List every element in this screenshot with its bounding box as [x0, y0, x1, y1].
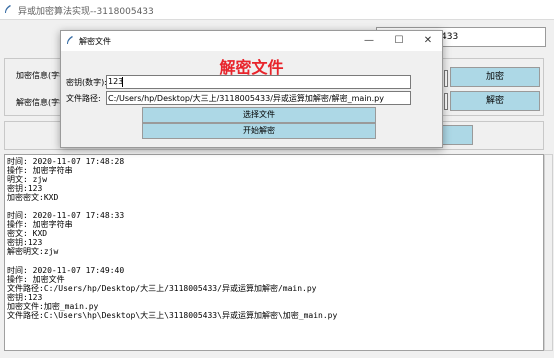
start-decrypt-button[interactable]: 开始解密 [142, 123, 376, 139]
window-title: 异或加密算法实现--3118005433 [18, 7, 154, 17]
key-label: 密钥(数字): [66, 78, 107, 87]
log-line: 时间: 2020-11-07 17:48:33 [7, 211, 125, 221]
log-line: 时间: 2020-11-07 17:49:40 [7, 265, 125, 275]
maximize-icon[interactable]: ☐ [384, 31, 414, 51]
key-input[interactable]: 123 [106, 75, 411, 89]
minimize-icon[interactable]: — [354, 31, 384, 51]
log-line: 明文: zjw [7, 175, 48, 185]
log-line: 时间: 2020-11-07 17:48:28 [7, 157, 125, 166]
close-icon[interactable]: ✕ [413, 31, 443, 51]
log-line: 加密文件:加密_main.py [7, 301, 99, 311]
log-line: 文件路径:C:/Users/hp/Desktop/大三上/3118005433/… [7, 283, 317, 293]
log-line: 加密密文:KXD [7, 193, 59, 203]
log-line: 密钥:123 [7, 292, 43, 302]
dialog-title: 解密文件 [79, 37, 111, 46]
log-line: 操作: 加密文件 [7, 274, 65, 284]
log-line: 密钥:123 [7, 238, 43, 248]
dialog-titlebar: 解密文件 — ☐ ✕ [61, 31, 442, 51]
encrypt-button[interactable]: 加密 [450, 67, 540, 87]
decrypt-button[interactable]: 解密 [450, 91, 540, 111]
path-input[interactable]: C:/Users/hp/Desktop/大三上/3118005433/异或运算加… [106, 91, 411, 105]
log-line: 解密明文:zjw [7, 247, 59, 257]
log-line: 操作: 加密字符串 [7, 166, 73, 176]
main-titlebar: 异或加密算法实现--3118005433 [0, 0, 554, 20]
feather-icon [67, 36, 73, 44]
log-line: 文件路径:C:\Users\hp\Desktop\大三上\3118005433\… [7, 310, 338, 320]
feather-icon [5, 5, 11, 13]
log-scrollbar[interactable] [544, 154, 553, 351]
select-file-button[interactable]: 选择文件 [142, 107, 376, 123]
decrypt-input[interactable] [444, 93, 448, 110]
encrypt-input[interactable] [444, 70, 448, 87]
log-line: 操作: 加密字符串 [7, 220, 73, 230]
decrypt-file-dialog: 解密文件 — ☐ ✕ 解密文件 密钥(数字): 123 文件路径: C:/Use… [60, 30, 443, 148]
log-line: 密钥:123 [7, 184, 43, 194]
log-line: 密文: KXD [7, 229, 48, 239]
path-label: 文件路径: [66, 94, 101, 103]
log-textbox[interactable]: 时间: 2020-11-07 17:48:28 操作: 加密字符串 明文: zjw 密… [4, 154, 544, 351]
